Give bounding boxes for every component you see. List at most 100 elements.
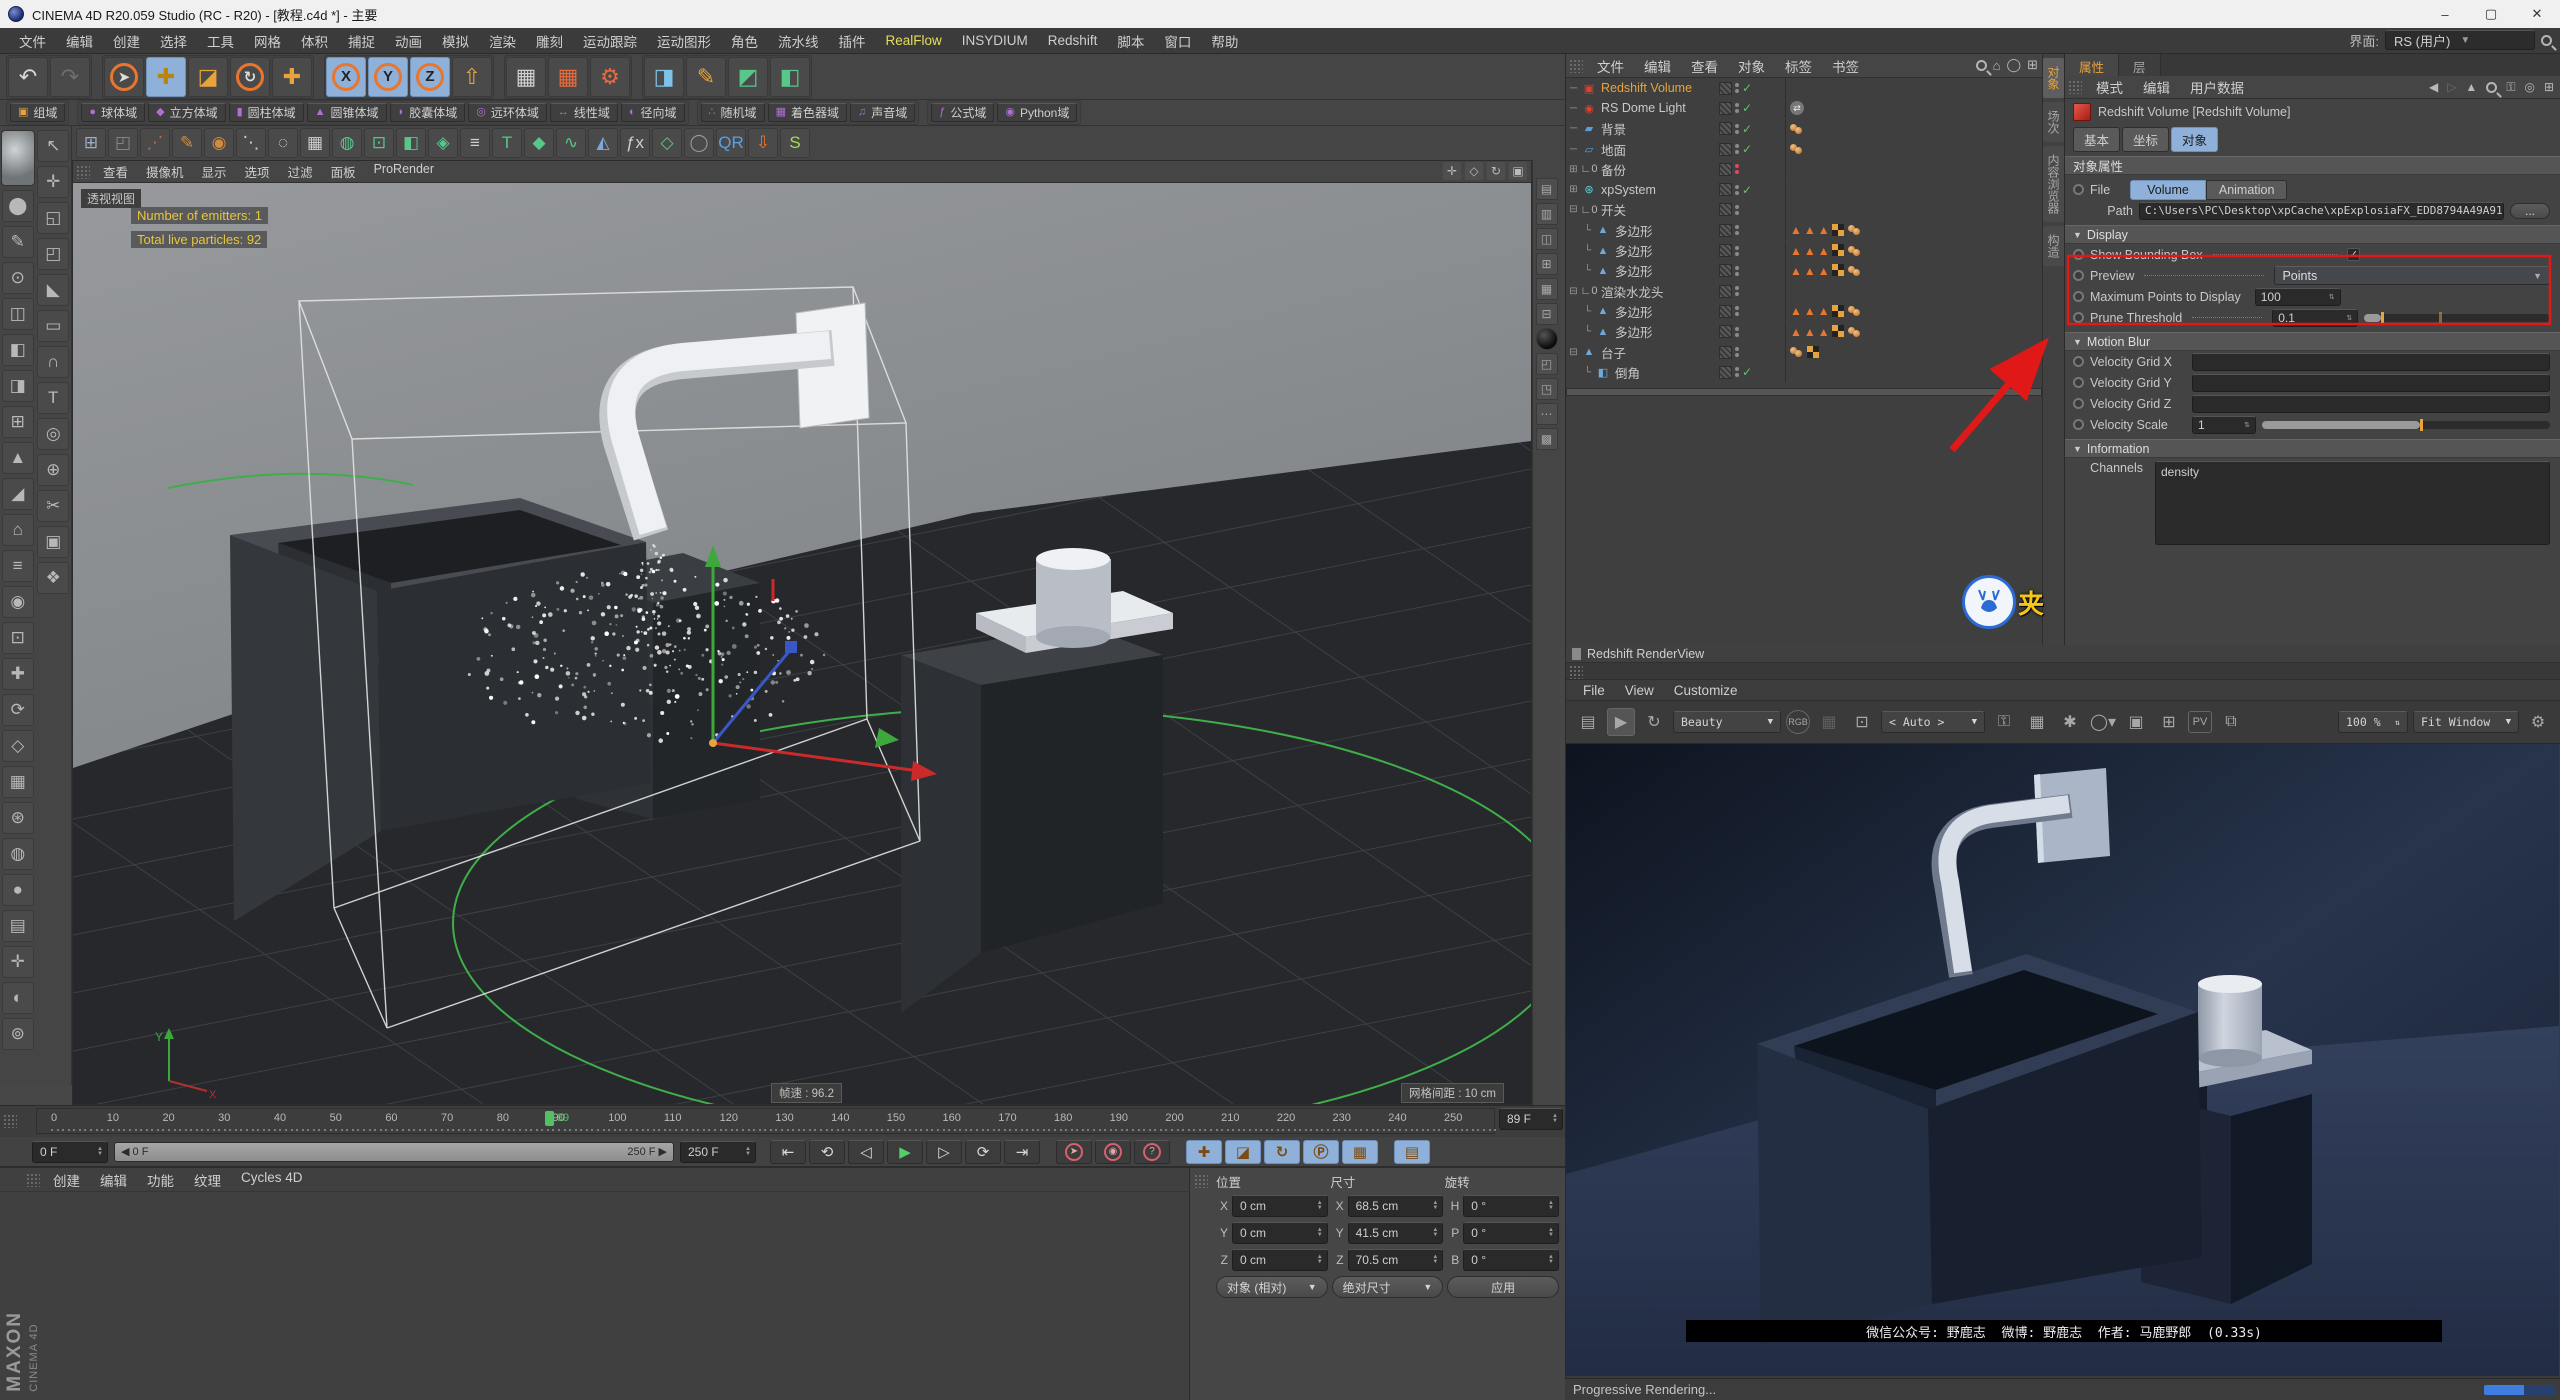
volume-tab-button[interactable]: Volume (2130, 180, 2206, 200)
y-axis-button[interactable]: Y (368, 57, 408, 97)
prune-radio[interactable] (2073, 312, 2084, 323)
field-button-声音域[interactable]: ♫声音域 (850, 103, 915, 122)
polygon-selection-tag[interactable]: ▲ (1790, 325, 1802, 339)
menu-动画[interactable]: 动画 (386, 28, 431, 54)
material-menu-纹理[interactable]: 纹理 (185, 1167, 230, 1193)
enabled-state[interactable]: ✓ (1742, 101, 1756, 115)
scale-button[interactable]: ◪ (188, 57, 228, 97)
side-strip-icon-0[interactable]: ▤ (1536, 178, 1558, 200)
record-objects-button[interactable]: ➤ (1056, 1140, 1092, 1164)
menu-Redshift[interactable]: Redshift (1039, 30, 1107, 51)
save-image-icon[interactable]: ▣ (2122, 708, 2150, 736)
tree-line[interactable]: ─ (1566, 83, 1581, 94)
palette-tool-2[interactable]: ⊙ (2, 262, 34, 294)
menu-RealFlow[interactable]: RealFlow (877, 30, 951, 51)
layer-toggle[interactable] (1719, 305, 1732, 318)
visibility-dots[interactable] (1735, 144, 1739, 154)
redo-button[interactable]: ↷ (50, 57, 90, 97)
coord-field-1-1[interactable]: 41.5 cm▲▼ (1348, 1222, 1444, 1244)
qr-icon[interactable]: QR (716, 128, 746, 158)
wire-sphere-icon[interactable]: ◯ (684, 128, 714, 158)
panel-grip[interactable] (26, 1173, 40, 1187)
palette-tool-14[interactable]: ⟳ (2, 694, 34, 726)
palette-tool-7[interactable]: ▲ (2, 442, 34, 474)
object-row-倒角[interactable]: └◧倒角✓ (1566, 362, 2042, 382)
bend-icon[interactable]: S (780, 128, 810, 158)
menu-体积[interactable]: 体积 (292, 28, 337, 54)
menu-流水线[interactable]: 流水线 (769, 28, 828, 54)
snowflake-icon[interactable]: ✱ (2056, 708, 2084, 736)
viewport-menu-过滤[interactable]: 过滤 (280, 160, 321, 183)
visibility-dots[interactable] (1735, 164, 1739, 174)
layer-toggle[interactable] (1719, 346, 1732, 359)
palette-tool-b10[interactable]: ✂ (37, 490, 69, 522)
visibility-dots[interactable] (1735, 367, 1739, 377)
restart-render-icon[interactable]: ↻ (1640, 708, 1668, 736)
vx-radio[interactable] (2073, 356, 2084, 367)
object-row-多边形[interactable]: └▲多边形▲▲▲ (1566, 261, 2042, 281)
viewport-nav-icon-2[interactable]: ↻ (1487, 162, 1505, 180)
viewport-menu-显示[interactable]: 显示 (194, 160, 235, 183)
undo-button[interactable]: ↶ (8, 57, 48, 97)
palette-tool-8[interactable]: ◢ (2, 478, 34, 510)
instance-cubes-icon[interactable]: ⊡ (364, 128, 394, 158)
side-strip-icon-4[interactable]: ▦ (1536, 278, 1558, 300)
menu-文件[interactable]: 文件 (10, 28, 55, 54)
uv-tag[interactable] (1832, 264, 1845, 277)
field-button-圆锥体域[interactable]: ▲圆锥体域 (307, 103, 387, 122)
stairs-icon[interactable]: ≡ (460, 128, 490, 158)
layer-toggle[interactable] (1719, 122, 1732, 135)
palette-tool-b12[interactable]: ❖ (37, 562, 69, 594)
viewport-menu-面板[interactable]: 面板 (323, 160, 364, 183)
object-row-xpSystem[interactable]: ⊞⊛xpSystem✓ (1566, 179, 2042, 199)
material-menu-创建[interactable]: 创建 (44, 1167, 89, 1193)
object-row-多边形[interactable]: └▲多边形▲▲▲ (1566, 220, 2042, 240)
object-row-背景[interactable]: ─▰背景✓ (1566, 119, 2042, 139)
primitive-cube-button[interactable]: ◨ (644, 57, 684, 97)
rv-menu-File[interactable]: File (1574, 680, 1614, 701)
menu-模拟[interactable]: 模拟 (433, 28, 478, 54)
object-row-RS Dome Light[interactable]: ─◉RS Dome Light✓⇄ (1566, 98, 2042, 118)
menu-插件[interactable]: 插件 (830, 28, 875, 54)
uv-tag[interactable] (1832, 325, 1845, 338)
lock-icon[interactable]: ⚿ (2506, 80, 2515, 95)
show-bbox-checkbox[interactable]: ✓ (2347, 248, 2360, 261)
viewport-nav-icon-1[interactable]: ◇ (1465, 162, 1483, 180)
menu-创建[interactable]: 创建 (104, 28, 149, 54)
menu-雕刻[interactable]: 雕刻 (527, 28, 572, 54)
add-layer-icon[interactable]: ⊞ (2027, 57, 2038, 73)
home-icon[interactable]: ⌂ (1993, 58, 2001, 73)
fan-cone-icon[interactable]: ◭ (588, 128, 618, 158)
drop-cube-icon[interactable]: ◆ (524, 128, 554, 158)
object-row-地面[interactable]: ─▱地面✓ (1566, 139, 2042, 159)
viewport-menu-ProRender[interactable]: ProRender (366, 160, 442, 183)
tree-line[interactable]: └ (1580, 326, 1595, 337)
material-menu-Cycles 4D[interactable]: Cycles 4D (232, 1167, 312, 1193)
tab-layer[interactable]: 层 (2119, 54, 2161, 76)
field-button-组域[interactable]: ▣组域 (10, 103, 65, 122)
browse-button[interactable]: ... (2510, 203, 2550, 219)
visibility-dots[interactable] (1735, 266, 1739, 276)
preview-radio[interactable] (2073, 270, 2084, 281)
side-strip-icon-6[interactable] (1536, 328, 1558, 350)
palette-tool-b11[interactable]: ▣ (37, 526, 69, 558)
palette-tool-b2[interactable]: ◱ (37, 202, 69, 234)
tree-line[interactable]: └ (1580, 265, 1595, 276)
vscale-slider[interactable] (2262, 421, 2550, 429)
tab-coordinates[interactable]: 坐标 (2122, 127, 2169, 152)
drop-arrow-icon[interactable]: ⇩ (748, 128, 778, 158)
lock-icon[interactable]: ⚿ (1990, 708, 2018, 736)
auto-dropdown[interactable]: < Auto >▼ (1881, 711, 1985, 733)
menu-选择[interactable]: 选择 (151, 28, 196, 54)
palette-tool-b3[interactable]: ◰ (37, 238, 69, 270)
apply-button[interactable]: 应用 (1447, 1276, 1559, 1298)
show-bbox-radio[interactable] (2073, 249, 2084, 260)
magnet-points-icon[interactable]: ◉ (204, 128, 234, 158)
panel-grip[interactable] (1569, 59, 1583, 73)
tree-line[interactable]: ─ (1566, 103, 1581, 114)
expand-plus-icon[interactable]: ⊞ (1566, 164, 1581, 175)
visibility-dots[interactable] (1735, 225, 1739, 235)
field-button-随机域[interactable]: ∴随机域 (701, 103, 765, 122)
coord-field-2-0[interactable]: 0 cm▲▼ (1232, 1249, 1328, 1271)
layer-toggle[interactable] (1719, 264, 1732, 277)
